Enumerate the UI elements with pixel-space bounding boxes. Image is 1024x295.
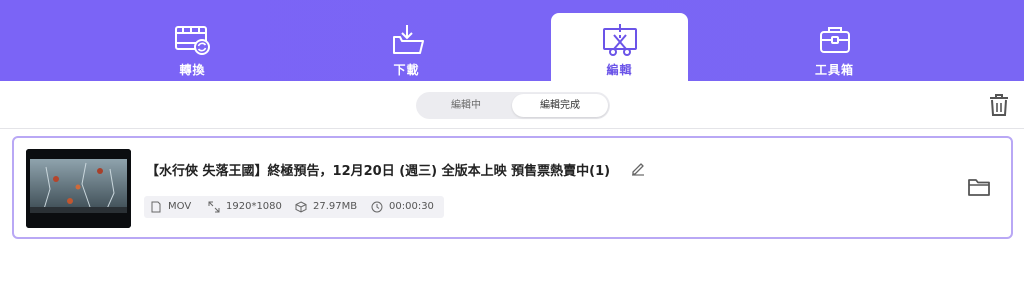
tab-download-label: 下載 [393,63,420,77]
tab-edit[interactable]: 編輯 [551,13,688,81]
resolution-info: 1920*1080 [208,196,282,218]
top-nav: 轉換 下載 編輯 工具箱 [0,0,1024,81]
tab-toolbox[interactable]: 工具箱 [766,13,903,81]
duration-info: 00:00:30 [371,196,434,218]
segment-editing[interactable]: 編輯中 [418,94,514,117]
edit-cut-icon [602,24,637,56]
toolbox-icon [819,27,850,53]
trash-icon[interactable] [988,93,1010,117]
convert-film-icon [174,26,210,55]
size-info: 27.97MB [295,196,357,218]
file-metadata-bar: MOV 1920*1080 27.97MB 00:00:30 [144,196,444,218]
cube-icon [295,201,307,213]
sub-toolbar: 編輯中 編輯完成 [0,81,1024,129]
segment-finished[interactable]: 編輯完成 [512,94,608,117]
folder-icon[interactable] [968,178,990,196]
tab-convert[interactable]: 轉換 [124,13,261,81]
tab-toolbox-label: 工具箱 [814,63,854,77]
download-tray-icon [392,25,424,54]
file-title: 【水行俠 失落王國】終極預告，12月20日 (週三) 全版本上映 預售票熱賣中(… [146,164,611,179]
tab-download[interactable]: 下載 [338,13,475,81]
file-item-card[interactable]: 【水行俠 失落王國】終極預告，12月20日 (週三) 全版本上映 預售票熱賣中(… [12,136,1013,239]
status-segmented-control: 編輯中 編輯完成 [416,92,610,119]
clock-icon [371,201,383,213]
format-info: MOV [150,196,191,218]
tab-edit-label: 編輯 [606,63,633,77]
resize-icon [208,201,220,213]
tab-convert-label: 轉換 [179,63,206,77]
file-icon [151,201,161,213]
video-thumbnail[interactable] [26,149,131,228]
pencil-icon[interactable] [630,160,646,176]
